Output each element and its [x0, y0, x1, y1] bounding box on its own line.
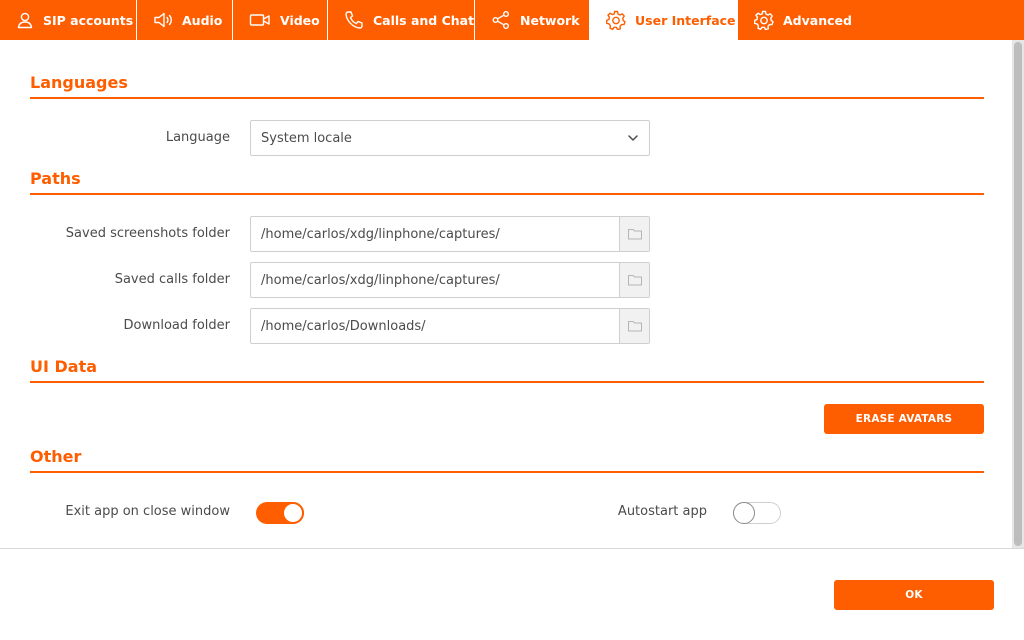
- toggle-knob: [282, 502, 304, 524]
- tab-audio[interactable]: Audio: [137, 0, 233, 40]
- tab-video[interactable]: Video: [233, 0, 328, 40]
- calls-folder-label: Saved calls folder: [114, 272, 230, 287]
- browse-screenshots-folder-button[interactable]: [619, 217, 649, 251]
- dialog-footer: OK: [0, 549, 1024, 640]
- tab-label: Video: [280, 12, 320, 28]
- section-divider: [30, 471, 984, 473]
- camera-icon: [249, 14, 270, 26]
- tab-user-interface[interactable]: User Interface: [590, 0, 738, 40]
- phone-icon: [345, 11, 363, 29]
- user-icon: [17, 12, 33, 29]
- section-divider: [30, 193, 984, 195]
- language-select[interactable]: System locale: [250, 120, 650, 156]
- tab-network[interactable]: Network: [475, 0, 590, 40]
- tab-sip-accounts[interactable]: SIP accounts: [0, 0, 137, 40]
- section-title-paths: Paths: [30, 169, 81, 188]
- section-title-other: Other: [30, 447, 82, 466]
- gear-icon: [754, 10, 774, 30]
- scrollbar-thumb[interactable]: [1014, 42, 1022, 546]
- language-select-value: System locale: [261, 130, 352, 146]
- section-divider: [30, 97, 984, 99]
- download-folder-field[interactable]: /home/carlos/Downloads/: [250, 308, 650, 344]
- autostart-toggle[interactable]: [733, 502, 781, 524]
- browse-calls-folder-button[interactable]: [619, 263, 649, 297]
- ok-button[interactable]: OK: [834, 580, 994, 610]
- tab-label: User Interface: [635, 12, 736, 28]
- section-divider: [30, 381, 984, 383]
- screenshots-folder-label: Saved screenshots folder: [65, 226, 230, 241]
- tab-calls-and-chat[interactable]: Calls and Chat: [328, 0, 475, 40]
- screenshots-folder-value: /home/carlos/xdg/linphone/captures/: [261, 226, 500, 242]
- folder-icon: [627, 229, 642, 240]
- tab-label: SIP accounts: [43, 12, 134, 28]
- calls-folder-value: /home/carlos/xdg/linphone/captures/: [261, 272, 500, 288]
- calls-folder-field[interactable]: /home/carlos/xdg/linphone/captures/: [250, 262, 650, 298]
- section-title-ui-data: UI Data: [30, 357, 98, 376]
- tab-label: Advanced: [783, 12, 852, 28]
- language-label: Language: [165, 130, 230, 145]
- share-icon: [492, 11, 509, 29]
- tab-label: Calls and Chat: [373, 12, 475, 28]
- toggle-knob: [733, 502, 755, 524]
- user-interface-settings-panel: Languages Language System locale Paths S…: [0, 40, 1012, 548]
- exit-app-label: Exit app on close window: [65, 504, 230, 519]
- tab-label: Audio: [182, 12, 223, 28]
- download-folder-label: Download folder: [123, 318, 231, 333]
- erase-avatars-button[interactable]: ERASE AVATARS: [824, 404, 984, 434]
- folder-icon: [627, 321, 642, 332]
- settings-tabbar: SIP accounts Audio Video Calls and Chat …: [0, 0, 1024, 40]
- vertical-scrollbar[interactable]: [1012, 40, 1024, 548]
- download-folder-value: /home/carlos/Downloads/: [261, 318, 426, 334]
- tab-advanced[interactable]: Advanced: [738, 0, 864, 40]
- screenshots-folder-field[interactable]: /home/carlos/xdg/linphone/captures/: [250, 216, 650, 252]
- folder-icon: [627, 275, 642, 286]
- tab-label: Network: [520, 12, 580, 28]
- chevron-down-icon: [628, 135, 638, 141]
- exit-app-toggle[interactable]: [256, 502, 304, 524]
- autostart-label: Autostart app: [617, 504, 707, 519]
- gear-icon: [606, 10, 626, 30]
- speaker-icon: [154, 12, 172, 28]
- section-title-languages: Languages: [30, 73, 128, 92]
- browse-download-folder-button[interactable]: [619, 309, 649, 343]
